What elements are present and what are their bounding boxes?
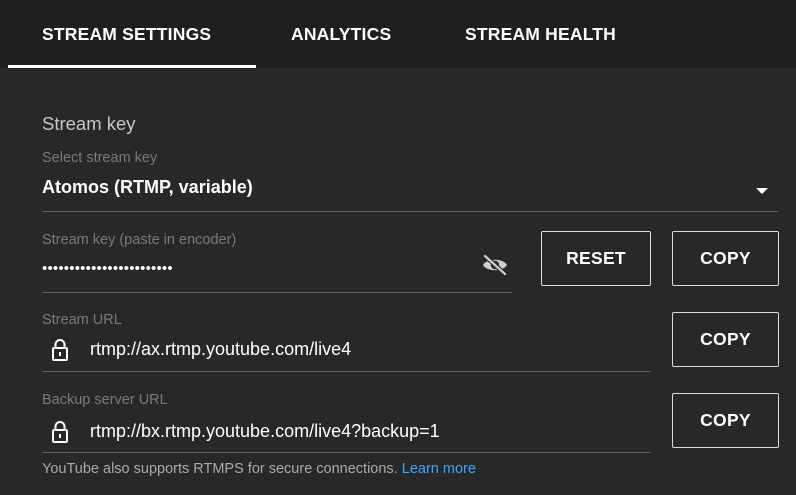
rtmps-note-text: YouTube also supports RTMPS for secure c…: [42, 461, 398, 477]
stream-key-label: Stream key (paste in encoder): [42, 232, 237, 248]
copy-stream-key-button[interactable]: COPY: [672, 231, 779, 286]
stream-key-section-title: Stream key: [42, 113, 136, 134]
selected-stream-key[interactable]: Atomos (RTMP, variable): [42, 177, 253, 198]
copy-backup-url-button[interactable]: COPY: [672, 393, 779, 448]
lock-icon: [52, 421, 68, 443]
backup-url-label: Backup server URL: [42, 392, 168, 408]
reset-button[interactable]: RESET: [541, 231, 651, 286]
active-tab-indicator: [8, 65, 256, 68]
copy-stream-url-button[interactable]: COPY: [672, 312, 779, 367]
backup-url-underline: [42, 452, 651, 453]
footer-note: YouTube also supports RTMPS for secure c…: [42, 461, 476, 477]
stream-url-value[interactable]: rtmp://ax.rtmp.youtube.com/live4: [90, 339, 351, 360]
stream-key-value[interactable]: ••••••••••••••••••••••••: [42, 260, 173, 277]
stream-url-label: Stream URL: [42, 312, 122, 328]
select-stream-key-label: Select stream key: [42, 150, 158, 166]
eye-off-icon[interactable]: [481, 254, 509, 276]
backup-url-value[interactable]: rtmp://bx.rtmp.youtube.com/live4?backup=…: [90, 421, 440, 442]
caret-down-icon[interactable]: [754, 186, 770, 196]
stream-url-underline: [42, 371, 651, 372]
learn-more-link[interactable]: Learn more: [402, 461, 476, 477]
tab-stream-health[interactable]: STREAM HEALTH: [465, 0, 616, 68]
stream-key-underline: [42, 292, 512, 293]
lock-icon: [52, 339, 68, 361]
tab-stream-settings[interactable]: STREAM SETTINGS: [42, 0, 211, 68]
select-underline: [42, 211, 778, 212]
tab-analytics[interactable]: ANALYTICS: [291, 0, 391, 68]
tab-bar: STREAM SETTINGS ANALYTICS STREAM HEALTH: [0, 0, 796, 68]
